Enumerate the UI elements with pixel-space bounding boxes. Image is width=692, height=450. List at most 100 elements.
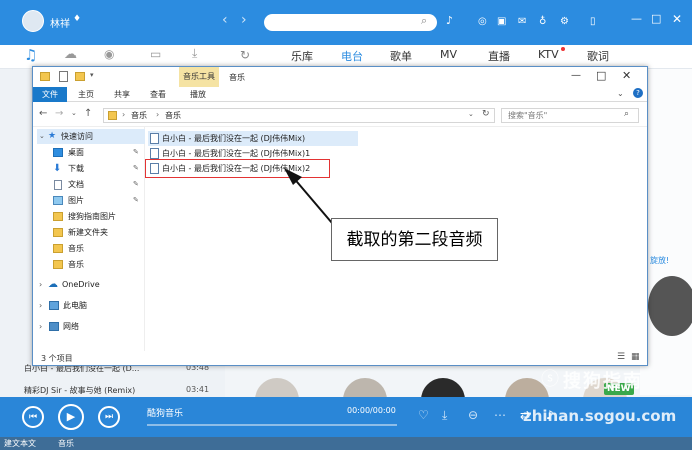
- breadcrumb-item[interactable]: 音乐: [165, 110, 181, 121]
- tab-home[interactable]: 主页: [69, 87, 103, 102]
- back-arrow-icon[interactable]: ‹: [222, 12, 228, 28]
- kugou-song-list: 白小白 - 最后我们没在一起 (D... 03:48 精彩DJ Sir - 故事…: [0, 362, 225, 397]
- refresh-icon[interactable]: ↻: [240, 48, 250, 62]
- nav-item-folder[interactable]: 音乐: [37, 241, 145, 256]
- download-icon: ⬇: [53, 163, 62, 174]
- taskbar-item[interactable]: 建文本文: [4, 438, 36, 449]
- next-icon[interactable]: ⏭: [98, 406, 120, 428]
- tab-mv[interactable]: MV: [440, 48, 457, 61]
- close-icon[interactable]: ✕: [622, 69, 631, 82]
- phone-icon[interactable]: ▭: [150, 47, 161, 61]
- cloud-icon[interactable]: ☁: [64, 47, 77, 62]
- nav-item-onedrive[interactable]: › ☁ OneDrive: [37, 277, 145, 292]
- nav-item-downloads[interactable]: ⬇ 下载 ✎: [37, 161, 145, 176]
- album-thumbnail[interactable]: [648, 276, 692, 336]
- file-name: 白小白 - 最后我们没在一起 (DJ伟伟Mix)1: [162, 149, 311, 158]
- previous-icon[interactable]: ⏮: [22, 406, 44, 428]
- mail-icon[interactable]: ✉: [518, 16, 526, 27]
- search-input[interactable]: 搜索"音乐" ⌕: [501, 108, 639, 123]
- microphone-icon[interactable]: ♪: [446, 14, 453, 27]
- game-icon[interactable]: ▣: [497, 16, 506, 27]
- maximize-icon[interactable]: □: [651, 12, 661, 25]
- radio-icon[interactable]: ◉: [104, 47, 114, 61]
- context-tab[interactable]: 音乐工具: [179, 67, 219, 87]
- tab-library[interactable]: 乐库: [291, 48, 313, 64]
- music-note-icon[interactable]: ♫: [24, 46, 37, 64]
- pin-icon[interactable]: ✎: [133, 145, 139, 160]
- search-icon[interactable]: ⌕: [624, 109, 629, 119]
- expand-arrow-icon[interactable]: ›: [39, 298, 42, 313]
- tab-share[interactable]: 共享: [105, 87, 139, 102]
- minimize-icon[interactable]: —: [571, 70, 581, 81]
- nav-item-folder[interactable]: 新建文件夹: [37, 225, 145, 240]
- settings-icon[interactable]: ⚙: [560, 16, 569, 27]
- details-view-icon[interactable]: ☰: [617, 352, 625, 362]
- help-icon[interactable]: ?: [633, 88, 643, 98]
- nav-item-network[interactable]: › 网络: [37, 319, 145, 334]
- nav-label: 音乐: [68, 260, 84, 269]
- more-icon[interactable]: ⋯: [494, 408, 506, 422]
- taskbar-item[interactable]: 音乐: [58, 438, 74, 449]
- tab-file[interactable]: 文件: [33, 87, 67, 102]
- audio-file-icon: [150, 133, 159, 144]
- forward-arrow-icon[interactable]: →: [55, 108, 63, 119]
- nav-label: 搜狗指南图片: [68, 212, 116, 221]
- properties-icon[interactable]: [59, 71, 68, 82]
- expand-arrow-icon[interactable]: ›: [39, 277, 42, 292]
- tab-playlists[interactable]: 歌单: [390, 48, 412, 64]
- play-icon[interactable]: ▶: [58, 404, 84, 430]
- expand-arrow-icon[interactable]: ⌄: [39, 129, 45, 144]
- song-duration: 03:41: [186, 385, 210, 394]
- search-icon[interactable]: ⌕: [421, 14, 427, 28]
- expand-arrow-icon[interactable]: ›: [39, 319, 42, 334]
- progress-bar[interactable]: [147, 424, 397, 426]
- tab-lyrics[interactable]: 歌词: [587, 48, 609, 64]
- minimize-icon[interactable]: —: [631, 12, 642, 25]
- new-folder-icon[interactable]: [75, 72, 85, 81]
- pin-icon[interactable]: ✎: [133, 161, 139, 176]
- close-icon[interactable]: ✕: [672, 12, 682, 26]
- target-icon[interactable]: ◎: [478, 16, 487, 27]
- nav-item-this-pc[interactable]: › 此电脑: [37, 298, 145, 313]
- search-input[interactable]: [264, 14, 437, 31]
- user-name[interactable]: 林祥: [50, 15, 70, 30]
- download-icon[interactable]: ⤓: [442, 408, 447, 423]
- nav-item-folder[interactable]: 搜狗指南图片: [37, 209, 145, 224]
- nav-item-documents[interactable]: 文档 ✎: [37, 177, 145, 192]
- tab-radio[interactable]: 电台: [341, 48, 363, 64]
- list-item[interactable]: 精彩DJ Sir - 故事与她 (Remix) 03:41: [0, 384, 225, 398]
- address-bar-row: ← → ⌄ ↑ › 音乐 › 音乐 ⌄ ↻ 搜索"音乐" ⌕: [33, 103, 647, 127]
- tab-play[interactable]: 播放: [181, 87, 215, 102]
- maximize-icon[interactable]: □: [596, 69, 606, 82]
- file-item[interactable]: 白小白 - 最后我们没在一起 (DJ伟伟Mix): [148, 131, 358, 146]
- nav-item-pictures[interactable]: 图片 ✎: [37, 193, 145, 208]
- nav-item-desktop[interactable]: 桌面 ✎: [37, 145, 145, 160]
- pin-icon[interactable]: ✎: [133, 193, 139, 208]
- recent-dropdown-icon[interactable]: ⌄: [71, 109, 77, 117]
- large-icons-view-icon[interactable]: ▦: [631, 352, 640, 362]
- heart-icon[interactable]: ♡: [418, 408, 429, 422]
- avatar[interactable]: [22, 10, 44, 32]
- download-tray-icon[interactable]: ⤓: [192, 46, 197, 61]
- address-input[interactable]: › 音乐 › 音乐 ⌄ ↻: [103, 108, 495, 123]
- tab-ktv[interactable]: KTV: [538, 48, 559, 61]
- tab-view[interactable]: 查看: [141, 87, 175, 102]
- back-arrow-icon[interactable]: ←: [39, 108, 47, 119]
- annotation-callout: 截取的第二段音频: [331, 218, 498, 261]
- breadcrumb-item[interactable]: 音乐: [131, 110, 147, 121]
- skin-icon[interactable]: ♁: [539, 16, 546, 27]
- up-arrow-icon[interactable]: ↑: [84, 108, 92, 119]
- refresh-icon[interactable]: ↻: [482, 109, 490, 119]
- forward-arrow-icon[interactable]: ›: [241, 12, 247, 28]
- chevron-down-icon[interactable]: ⌄: [468, 110, 474, 118]
- mini-mode-icon[interactable]: ▯: [590, 16, 596, 27]
- tab-live[interactable]: 直播: [488, 48, 510, 64]
- pin-icon[interactable]: ✎: [133, 177, 139, 192]
- nav-item-quick-access[interactable]: ⌄ ★ 快速访问: [37, 129, 145, 144]
- minus-icon[interactable]: ⊖: [468, 408, 478, 422]
- dropdown-icon[interactable]: ▾: [90, 71, 94, 79]
- ribbon-expand-icon[interactable]: ⌄: [617, 89, 624, 98]
- folder-icon: [108, 111, 117, 120]
- nav-item-folder[interactable]: 音乐: [37, 257, 145, 272]
- partial-text: 旋放!: [650, 256, 670, 265]
